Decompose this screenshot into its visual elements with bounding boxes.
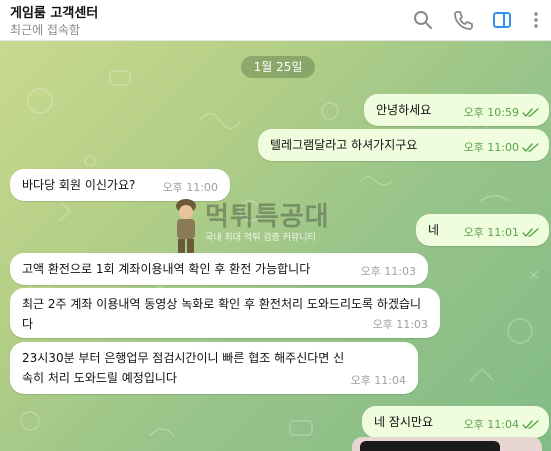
message-time: 오후 10:59 [463, 106, 519, 119]
message-bubble[interactable]: 안녕하세요 오후 10:59 [364, 94, 549, 126]
message-text: 최근 2주 계좌 이용내역 동영상 녹화로 확인 후 환전처리 도와드리도록 하… [22, 297, 422, 331]
message-bubble[interactable]: 네 오후 11:01 [416, 214, 549, 246]
message-time: 오후 11:03 [360, 265, 416, 278]
message-time: 오후 11:03 [372, 318, 428, 331]
message-bubble[interactable]: 최근 2주 계좌 이용내역 동영상 녹화로 확인 후 환전처리 도와드리도록 하… [10, 288, 440, 338]
phone-icon[interactable] [452, 9, 474, 31]
double-check-icon [522, 143, 539, 152]
double-check-icon [522, 108, 539, 117]
chat-title[interactable]: 게임룸 고객센터 [10, 2, 98, 21]
message-time: 오후 11:01 [463, 226, 519, 239]
message-bubble[interactable]: 23시30분 부터 은행업무 점검시간이니 빠른 협조 해주신다면 신속히 처리… [10, 342, 418, 394]
message-text: 텔레그램달라고 하셔가지구요 [270, 138, 418, 152]
search-icon[interactable] [412, 9, 434, 31]
message-text: 고액 환전으로 1회 계좌이용내역 확인 후 환전 가능합니다 [22, 262, 311, 276]
more-icon[interactable] [525, 9, 547, 31]
media-thumbnail [360, 441, 500, 451]
message-time: 오후 11:00 [463, 141, 519, 154]
message-bubble[interactable]: 고액 환전으로 1회 계좌이용내역 확인 후 환전 가능합니다 오후 11:03 [10, 253, 428, 285]
message-bubble[interactable]: 텔레그램달라고 하셔가지구요 오후 11:00 [258, 129, 549, 161]
message-time: 오후 11:04 [350, 374, 406, 387]
message-time: 오후 11:00 [162, 181, 218, 194]
chat-area[interactable]: 1월 25일 안녕하세요 오후 10:59 텔레그램달라고 하셔가지구요 오후 … [0, 41, 551, 451]
date-separator: 1월 25일 [241, 56, 315, 78]
message-time: 오후 11:04 [463, 418, 519, 431]
double-check-icon [522, 228, 539, 237]
message-text: 23시30분 부터 은행업무 점검시간이니 빠른 협조 해주신다면 신속히 처리… [22, 351, 345, 385]
double-check-icon [522, 420, 539, 429]
message-text: 네 [428, 223, 440, 237]
chat-header: 게임룸 고객센터 최근에 접속함 [0, 0, 551, 41]
message-text: 네 잠시만요 [374, 415, 434, 429]
chat-status: 최근에 접속함 [10, 23, 81, 37]
sidebar-icon[interactable] [491, 9, 513, 31]
media-message-preview[interactable] [352, 437, 542, 451]
message-bubble[interactable]: 바다당 회원 이신가요? 오후 11:00 [10, 169, 230, 201]
message-text: 바다당 회원 이신가요? [22, 178, 136, 192]
message-bubble[interactable]: 네 잠시만요 오후 11:04 [362, 406, 549, 438]
message-text: 안녕하세요 [376, 103, 432, 117]
